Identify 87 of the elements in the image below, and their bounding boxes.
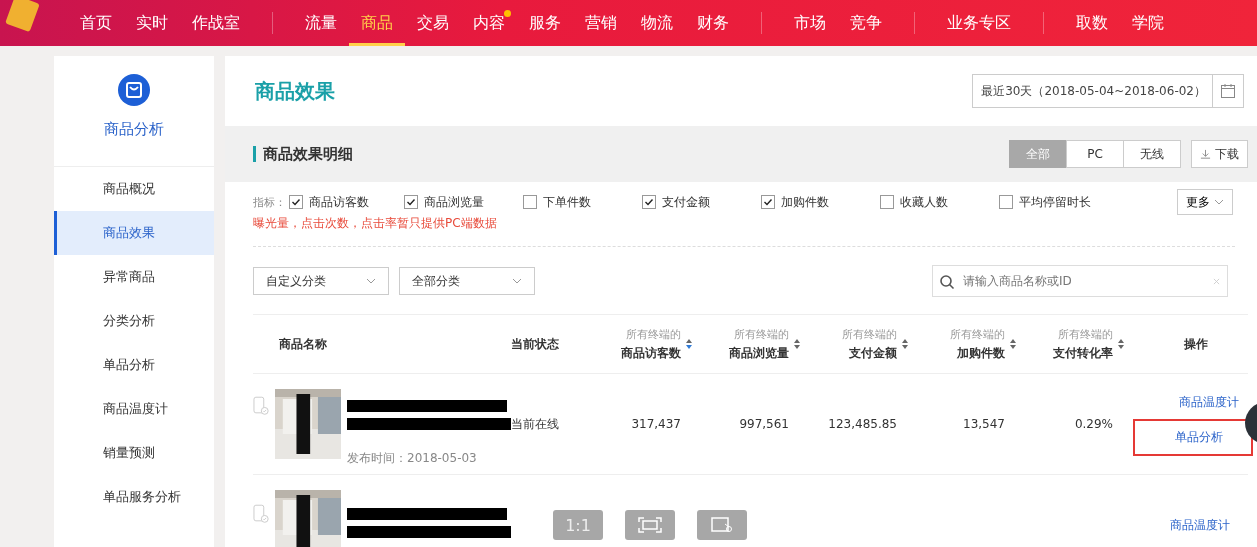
- sort-icon[interactable]: [901, 338, 909, 350]
- sidebar-item[interactable]: 异常商品: [54, 255, 214, 299]
- checkbox[interactable]: [523, 195, 537, 209]
- scissors-icon: [710, 517, 734, 533]
- section-title: 商品效果明细: [263, 144, 353, 164]
- check-icon: [290, 196, 302, 208]
- nav-tab[interactable]: 业务专区: [935, 0, 1023, 46]
- download-icon: [1200, 148, 1211, 160]
- nav-tab[interactable]: 竞争: [838, 0, 894, 46]
- chevron-down-icon: [512, 278, 522, 284]
- sidebar-item[interactable]: 商品温度计: [54, 387, 214, 431]
- checkbox[interactable]: [761, 195, 775, 209]
- date-range-picker[interactable]: 最近30天（2018-05-04~2018-06-02）: [972, 74, 1244, 108]
- chevron-down-icon: [1214, 199, 1224, 205]
- checkbox[interactable]: [999, 195, 1013, 209]
- checkbox-label: 支付金额: [662, 193, 710, 211]
- checkbox[interactable]: [642, 195, 656, 209]
- segment-tab[interactable]: PC: [1066, 140, 1124, 168]
- chevron-down-icon: [366, 278, 376, 284]
- action-link[interactable]: 商品温度计: [1166, 514, 1234, 536]
- checkbox-label: 平均停留时长: [1019, 193, 1091, 211]
- checkbox-label: 下单件数: [543, 193, 591, 211]
- nav-tab[interactable]: 流量: [293, 0, 349, 46]
- table-cell: 13,547: [963, 417, 1005, 431]
- device-check-icon: [253, 504, 269, 524]
- checkbox[interactable]: [289, 195, 303, 209]
- check-icon: [643, 196, 655, 208]
- column-header: 所有终端的 商品浏览量: [729, 326, 789, 362]
- search-icon: [939, 274, 955, 290]
- nav-tab[interactable]: 实时: [124, 0, 180, 46]
- nav-tab[interactable]: 首页: [68, 0, 124, 46]
- checkbox[interactable]: [880, 195, 894, 209]
- check-icon: [762, 196, 774, 208]
- column-header: 商品名称: [279, 335, 327, 353]
- column-header: 当前状态: [511, 335, 559, 353]
- table-cell: 0.29%: [1074, 417, 1113, 431]
- sidebar-item[interactable]: 销量预测: [54, 431, 214, 475]
- sidebar-item[interactable]: 商品效果: [54, 211, 214, 255]
- checkbox[interactable]: [404, 195, 418, 209]
- nav-tab[interactable]: 物流: [629, 0, 685, 46]
- nav-tab[interactable]: 市场: [782, 0, 838, 46]
- fit-screen-icon: [638, 517, 662, 533]
- device-check-icon: [253, 395, 269, 416]
- nav-tab[interactable]: 财务: [685, 0, 741, 46]
- download-button[interactable]: 下载: [1191, 140, 1248, 168]
- status-text: 当前在线: [511, 415, 559, 433]
- nav-tab[interactable]: 内容: [461, 0, 517, 46]
- nav-tab[interactable]: 营销: [573, 0, 629, 46]
- nav-tab[interactable]: 取数: [1064, 0, 1120, 46]
- sort-icon[interactable]: [685, 338, 693, 350]
- table-cell: 997,561: [739, 417, 789, 431]
- table-cell: 123,485.85: [828, 417, 897, 431]
- sidebar-item[interactable]: 分类分析: [54, 299, 214, 343]
- search-field[interactable]: 请输入商品名称或ID: [932, 265, 1228, 297]
- checkbox-label: 商品浏览量: [424, 193, 484, 211]
- category-select[interactable]: 自定义分类: [253, 267, 389, 295]
- segment-tab[interactable]: 无线: [1123, 140, 1181, 168]
- nav-tab[interactable]: 交易: [405, 0, 461, 46]
- column-header: 操作: [1183, 335, 1208, 353]
- table-cell: 317,437: [631, 417, 681, 431]
- sidebar-item[interactable]: 商品概况: [54, 167, 214, 211]
- metrics-label: 指标：: [253, 194, 286, 210]
- publish-date: 发布时间：2018-05-03: [347, 449, 478, 467]
- column-header: 所有终端的 支付转化率: [1053, 326, 1113, 362]
- shopping-bag-icon: [118, 74, 150, 106]
- column-header: 所有终端的 支付金额: [842, 326, 897, 362]
- category-select[interactable]: 全部分类: [399, 267, 535, 295]
- checkbox-label: 商品访客数: [309, 193, 369, 211]
- checkbox-label: 收藏人数: [900, 193, 948, 211]
- sidebar-title: 商品分析: [104, 120, 164, 139]
- notice-text: 曝光量，点击次数，点击率暂只提供PC端数据: [253, 215, 498, 232]
- nav-tab[interactable]: 作战室: [180, 0, 252, 46]
- sidebar-item[interactable]: 单品服务分析: [54, 475, 214, 519]
- page-title: 商品效果: [255, 77, 335, 105]
- column-header: 所有终端的 商品访客数: [621, 326, 681, 362]
- sidebar-item[interactable]: 单品分析: [54, 343, 214, 387]
- nav-tab[interactable]: 学院: [1120, 0, 1176, 46]
- more-dropdown[interactable]: 更多: [1177, 189, 1233, 215]
- sort-icon[interactable]: [1009, 338, 1017, 350]
- column-header: 所有终端的 加购件数: [950, 326, 1005, 362]
- nav-tab[interactable]: 商品: [349, 0, 405, 46]
- sort-icon[interactable]: [793, 338, 801, 350]
- sort-icon[interactable]: [1117, 338, 1125, 350]
- nav-tab[interactable]: 服务: [517, 0, 573, 46]
- checkbox-label: 加购件数: [781, 193, 829, 211]
- check-icon: [405, 196, 417, 208]
- action-link[interactable]: 商品温度计: [1175, 392, 1243, 413]
